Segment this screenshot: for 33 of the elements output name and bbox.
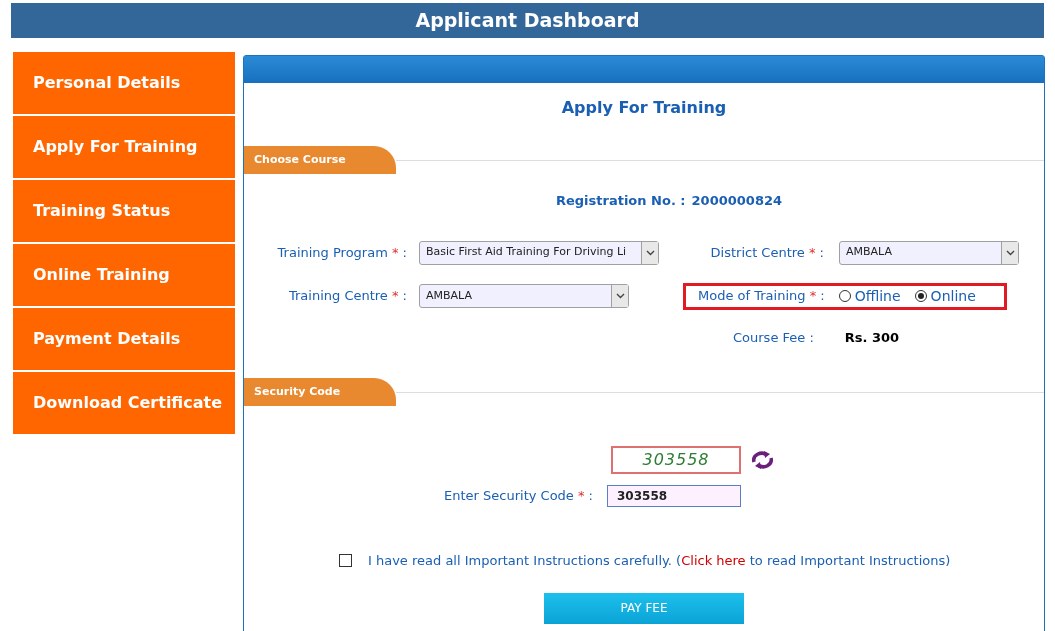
sidebar-item[interactable]: Personal Details [13, 52, 235, 114]
radio-option[interactable]: Online [914, 285, 976, 307]
dropdown[interactable]: AMBALA [419, 284, 629, 308]
sidebar-item[interactable]: Download Certificate [13, 372, 235, 434]
sidebar-item[interactable]: Online Training [13, 244, 235, 306]
dropdown[interactable]: Basic First Aid Training For Driving Li [419, 240, 659, 265]
caret-icon [1005, 249, 1015, 256]
field-label: Enter Security Code * : [443, 487, 593, 506]
dropdown[interactable]: AMBALA [839, 240, 1019, 265]
instructions-link[interactable]: Click here [681, 553, 746, 568]
sidebar-item[interactable]: Training Status [13, 180, 235, 242]
radio-option[interactable]: Offline [838, 285, 901, 307]
checkbox[interactable] [339, 554, 352, 568]
field-label: Mode of Training * : [698, 287, 825, 306]
field-label: Training Centre * : [287, 287, 407, 306]
refresh-icon[interactable] [750, 450, 775, 470]
field-label: Training Program * : [276, 243, 407, 262]
radio-button[interactable] [838, 290, 851, 302]
caret-icon [645, 249, 655, 256]
sidebar-item[interactable]: Payment Details [13, 308, 235, 370]
registration-number: 2000000824 [691, 192, 783, 210]
sidebar-item[interactable]: Apply For Training [13, 116, 235, 178]
captcha-image: 303558 [611, 446, 741, 474]
security-code-input[interactable]: 303558 [607, 485, 741, 507]
caret-icon [615, 293, 625, 299]
course-fee-label: Course Fee : [733, 328, 814, 347]
field-label: District Centre * : [709, 243, 824, 262]
page-title: Applicant Dashboard [415, 8, 640, 34]
radio-button[interactable] [914, 290, 927, 302]
registration-label: Registration No. : [555, 192, 686, 210]
form-title: Apply For Training [561, 97, 727, 119]
agreement-text: I have read all Important Instructions carefully. (Click here to read Important Instructions) [368, 552, 951, 570]
course-fee-value: Rs. 300 [844, 328, 900, 347]
